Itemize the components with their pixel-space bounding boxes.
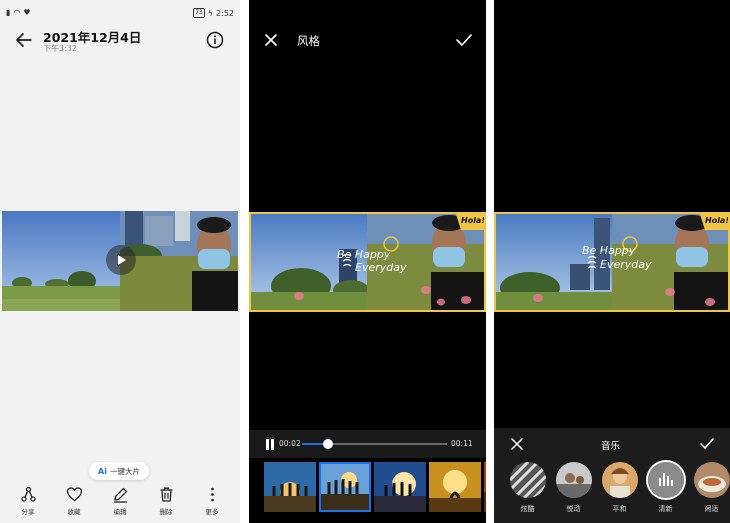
- thumbnail-image: [319, 462, 371, 512]
- track-cover: [509, 462, 546, 498]
- progress-knob[interactable]: [323, 439, 334, 449]
- photo-time: 下午3:32: [43, 44, 77, 53]
- thumbnail-image: [484, 462, 486, 512]
- hola-sticker: Hola!: [705, 216, 729, 225]
- delete-label: 删除: [159, 508, 173, 516]
- share-button[interactable]: 分享: [10, 486, 46, 523]
- heart-icon: [66, 487, 82, 502]
- style-thumbnail[interactable]: [484, 462, 486, 512]
- pause-button[interactable]: [265, 439, 275, 450]
- overlay-text-line2: Everyday: [355, 261, 407, 274]
- overlay-text-line2: Everyday: [600, 258, 652, 271]
- track-cover-selected: [647, 462, 684, 498]
- park-scene-image: [2, 211, 120, 311]
- edit-button[interactable]: 编辑: [102, 486, 138, 523]
- styled-video-preview[interactable]: Be Happy Everyday Hola!: [249, 212, 486, 312]
- status-bar: ▮ ◠ ♥ 73 ϟ 2:52: [6, 8, 234, 20]
- more-vertical-icon: [210, 487, 214, 502]
- music-editor-panel: Be Happy Everyday Hola! 音乐 炫酷 悦动 平和 清新 闲…: [494, 0, 730, 523]
- track-cover: [693, 462, 730, 498]
- playback-controls: 00:02 00:11: [249, 430, 486, 458]
- charging-icon: ϟ: [207, 8, 214, 18]
- overlay-text-line1: Be Happy: [337, 248, 391, 261]
- track-cover-image: [693, 462, 730, 498]
- total-time: 00:11: [451, 439, 473, 448]
- favorite-label: 收藏: [67, 508, 81, 516]
- music-track-leisure[interactable]: 闲适: [693, 462, 730, 514]
- trash-icon: [160, 487, 172, 502]
- more-button[interactable]: 更多: [194, 486, 230, 523]
- equalizer-icon: [647, 462, 684, 498]
- ai-magic-label: 一键大片: [109, 466, 140, 476]
- screen: ▮ ◠ ♥ 73 ϟ 2:52 2021年12月4日 下午3:32 Ai 一键大…: [0, 0, 730, 523]
- style-thumbnail[interactable]: [429, 462, 481, 512]
- edit-label: 编辑: [113, 508, 127, 516]
- track-cover-image: [509, 462, 546, 498]
- back-arrow-icon[interactable]: [14, 30, 34, 50]
- music-track-list: 炫酷 悦动 平和 清新 闲适: [509, 462, 730, 514]
- play-button[interactable]: [106, 245, 136, 275]
- style-title: 风格: [297, 34, 320, 48]
- close-icon[interactable]: [510, 437, 524, 451]
- track-label: 悦动: [566, 505, 581, 513]
- thumbnail-image: [429, 462, 481, 512]
- track-label: 炫酷: [520, 505, 535, 513]
- battery-icon: 73: [193, 8, 205, 18]
- track-label: 平和: [612, 505, 627, 513]
- track-label: 闲适: [704, 505, 719, 513]
- ai-icon: Ai: [98, 466, 107, 476]
- track-label: 清新: [658, 505, 673, 513]
- confirm-check-icon[interactable]: [699, 437, 715, 451]
- style-editor-panel: 风格 Be Happy Everyday Hola! 00:02 00:11: [249, 0, 486, 523]
- music-track-lively[interactable]: 悦动: [555, 462, 592, 514]
- bottom-toolbar: 分享 收藏 编辑 删除 更多: [0, 486, 240, 523]
- gallery-panel: ▮ ◠ ♥ 73 ϟ 2:52 2021年12月4日 下午3:32 Ai 一键大…: [0, 0, 240, 523]
- music-track-fresh[interactable]: 清新: [647, 462, 684, 514]
- style-thumbnail[interactable]: [264, 462, 316, 512]
- thumbnail-image: [374, 462, 426, 512]
- sim-icon: ▮: [6, 8, 11, 17]
- confirm-check-icon[interactable]: [455, 32, 473, 48]
- music-video-preview[interactable]: Be Happy Everyday Hola!: [494, 212, 730, 312]
- track-cover: [601, 462, 638, 498]
- close-icon[interactable]: [263, 32, 279, 48]
- favorite-button[interactable]: 收藏: [56, 486, 92, 523]
- current-time: 00:02: [279, 439, 301, 448]
- share-label: 分享: [21, 508, 35, 516]
- pencil-icon: [113, 487, 127, 503]
- more-label: 更多: [205, 508, 219, 516]
- selfie-image: [120, 211, 238, 311]
- music-title: 音乐: [601, 441, 621, 452]
- play-icon: [118, 255, 126, 265]
- style-thumbnail[interactable]: [374, 462, 426, 512]
- track-cover-image: [601, 462, 638, 498]
- ai-magic-button[interactable]: Ai 一键大片: [89, 462, 149, 480]
- music-selector: 音乐 炫酷 悦动 平和 清新 闲适: [494, 428, 730, 523]
- style-thumbnail-strip: [264, 462, 486, 512]
- overlay-text-line1: Be Happy: [582, 244, 636, 257]
- wifi-icon: ◠: [13, 8, 21, 17]
- heart-status-icon: ♥: [23, 8, 31, 17]
- music-track-calm[interactable]: 平和: [601, 462, 638, 514]
- track-cover: [555, 462, 592, 498]
- delete-button[interactable]: 删除: [148, 486, 184, 523]
- share-icon: [20, 486, 36, 502]
- clock: 2:52: [216, 8, 234, 18]
- info-icon[interactable]: [206, 31, 224, 49]
- style-thumbnail-selected[interactable]: [319, 462, 371, 512]
- track-cover-image: [555, 462, 592, 498]
- hola-sticker: Hola!: [461, 216, 485, 225]
- thumbnail-image: [264, 462, 316, 512]
- music-track-cool[interactable]: 炫酷: [509, 462, 546, 514]
